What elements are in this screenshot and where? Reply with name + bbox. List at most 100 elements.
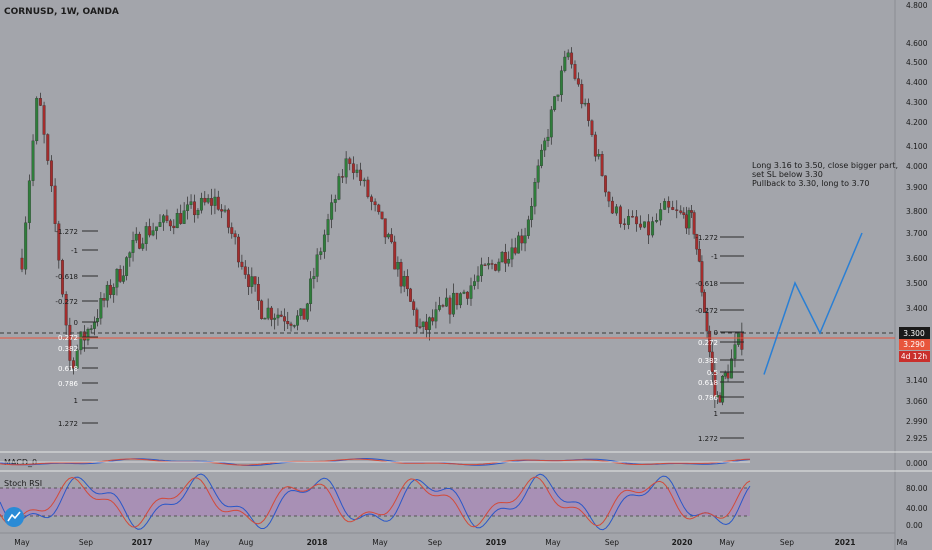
candle-body [726,372,730,379]
candle-body [543,140,547,151]
candle-body [733,344,737,359]
candle-body [247,274,251,287]
candle-body [109,284,112,295]
candle-body [390,234,393,243]
time-axis-label: May [372,538,388,547]
candle-body [337,176,341,200]
fib-level-label: -0.618 [695,280,718,288]
price-axis-label: 3.140 [906,376,928,385]
price-axis-label: 2.925 [906,434,928,443]
candle-body [546,136,550,142]
fib-level-label: 0.272 [698,339,718,347]
candle-body [428,317,431,330]
candle-body [455,292,459,306]
candle-body [503,252,507,264]
candle-body [333,199,337,203]
candle-body [682,212,686,215]
candle-body [260,300,264,319]
candle-body [269,307,273,320]
candle-body [49,160,53,187]
candle-body [158,222,162,227]
candle-body [520,235,524,244]
candle-body [309,278,313,304]
candle-body [530,206,534,220]
candle-body [348,158,352,164]
candle-body [27,180,31,223]
time-axis-label: Sep [780,538,794,547]
candle-body [663,201,667,210]
candle-body [740,332,744,350]
candle-body [250,276,254,287]
candle-body [273,317,277,320]
candle-body [216,196,220,210]
price-axis-label: 4.200 [906,118,928,127]
candle-body [330,202,334,220]
time-axis-label: May [14,538,30,547]
price-axis-label: 4.800 [906,1,928,10]
stoch-label: Stoch RSI [4,479,42,488]
fib-level-label: 1 [714,410,718,418]
candle-body [96,318,100,322]
candle-body [500,252,504,263]
time-axis-label: May [545,538,561,547]
candle-body [418,326,422,328]
candle-body [237,236,240,263]
candle-body [199,197,203,211]
candle-body [89,328,93,330]
candle-body [396,262,400,270]
candle-body [223,209,227,212]
price-chart[interactable]: CORNUSD, 1W, OANDA 4.800 4.600 4.500 4.400 4… [0,0,932,550]
time-axis-label: 2019 [486,538,507,547]
candle-body [193,201,196,216]
price-axis-label: 4.000 [906,162,928,171]
candle-body [31,140,35,181]
tradingview-logo[interactable] [4,507,24,527]
candle-body [355,169,359,173]
candle-body [614,206,618,214]
candle-body [226,209,230,228]
fib-level-label: 0.786 [698,394,719,402]
candle-body [610,200,614,214]
candle-body [399,262,403,287]
price-axis-label: 4.500 [906,58,928,67]
candle-body [220,209,224,212]
annotation-line-2: set SL below 3.30 [752,170,823,179]
candle-body [690,210,694,213]
price-axis-label: 4.300 [906,98,928,107]
candle-body [289,323,293,326]
candle-body [507,258,511,264]
candle-body [667,201,671,208]
candle-body [186,204,190,211]
candle-body [431,317,435,322]
candle-body [165,215,169,221]
candle-body [68,324,72,361]
macd-axis-label: 0.000 [906,459,928,468]
candle-body [675,209,679,211]
candle-body [213,196,217,206]
candle-body [105,284,109,301]
candle-body [631,216,634,218]
candle-body [206,198,210,203]
candle-body [196,210,200,216]
candle-body [155,226,158,231]
candle-body [393,241,397,270]
candle-body [533,182,537,207]
candle-body [437,305,441,310]
candle-body [148,226,152,236]
candle-body [590,120,594,136]
candle-body [434,309,438,322]
candle-body [175,213,179,229]
candle-body [115,269,119,288]
candle-body [540,149,543,166]
candle-body [444,297,448,307]
candle-body [276,314,280,319]
candle-body [536,165,540,183]
candle-body [448,297,452,315]
candle-body [573,64,577,79]
candle-body [730,358,733,379]
price-axis-label: 4.400 [906,78,928,87]
candle-body [121,275,125,282]
candle-body [684,214,688,229]
candle-body [409,288,412,302]
candle-body [622,223,626,225]
